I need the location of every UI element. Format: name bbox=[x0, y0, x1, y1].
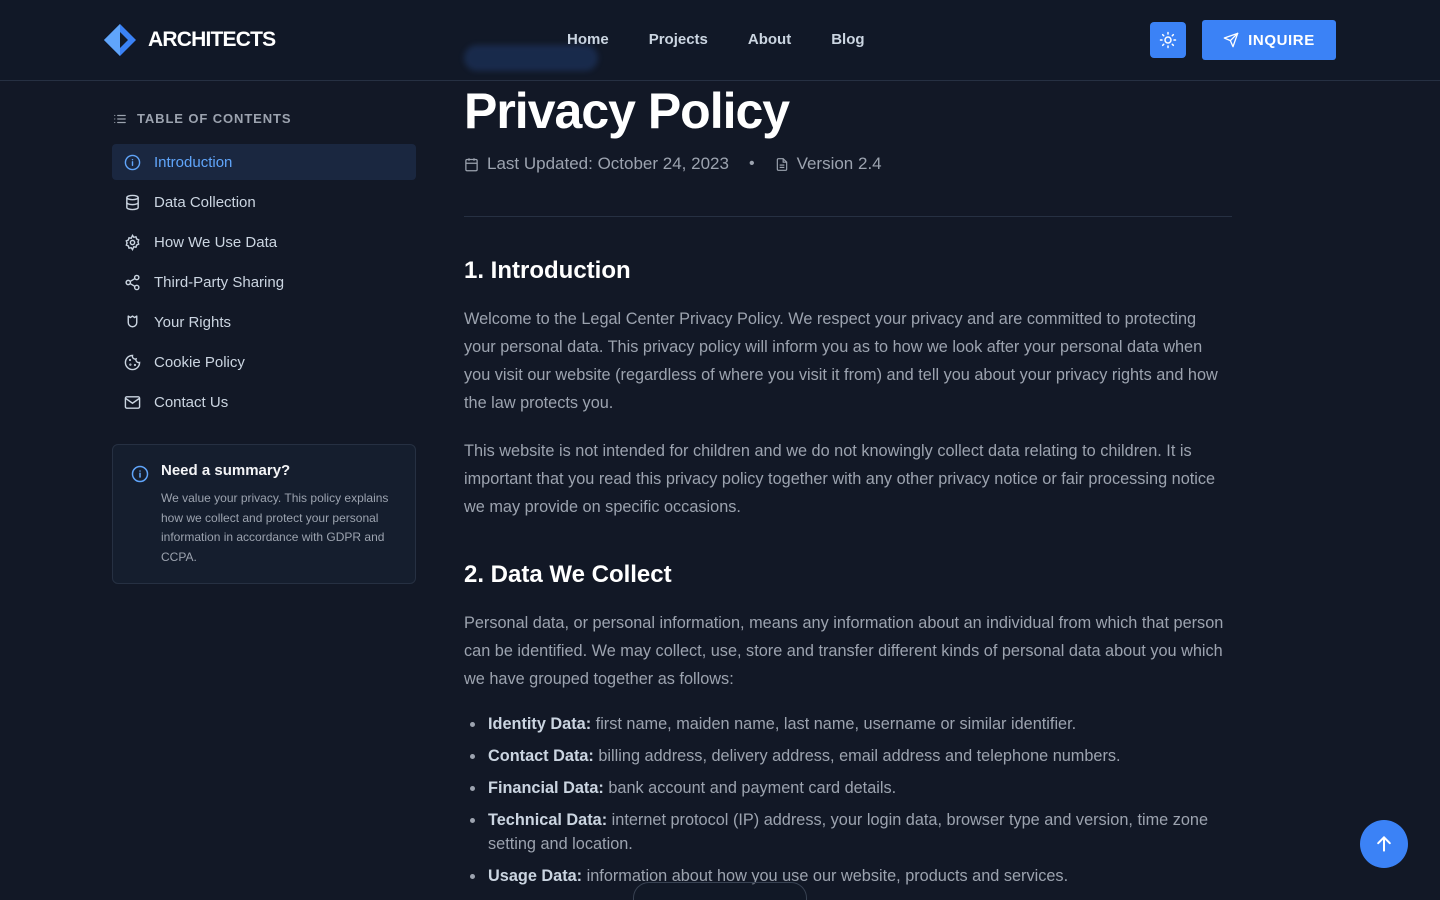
toc-item-label: Cookie Policy bbox=[154, 353, 245, 371]
back-to-top-button[interactable] bbox=[1360, 820, 1408, 868]
toc-heading-label: TABLE OF CONTENTS bbox=[137, 111, 292, 126]
list-item: Usage Data: information about how you us… bbox=[464, 864, 1232, 888]
list-icon bbox=[114, 114, 126, 123]
main-nav: Home Projects About Blog bbox=[567, 30, 865, 50]
theme-toggle-button[interactable] bbox=[1150, 22, 1186, 58]
section-heading-data-we-collect: 2. Data We Collect bbox=[464, 561, 672, 588]
collect-paragraph-1: Personal data, or personal information, … bbox=[464, 614, 1224, 688]
meta-separator: • bbox=[748, 155, 755, 172]
summary-title: Need a summary? bbox=[161, 462, 291, 479]
section-heading-introduction: 1. Introduction bbox=[464, 257, 631, 284]
toc-item-introduction[interactable]: Introduction bbox=[112, 144, 416, 180]
inquire-label: INQUIRE bbox=[1248, 31, 1315, 49]
toc-item-label: How We Use Data bbox=[154, 233, 278, 251]
list-item: Identity Data: first name, maiden name, … bbox=[464, 712, 1232, 736]
nav-projects-link[interactable]: Projects bbox=[649, 30, 708, 50]
list-item-term: Identity Data: bbox=[488, 715, 592, 733]
share-icon bbox=[125, 274, 140, 290]
nav-blog-link[interactable]: Blog bbox=[831, 30, 864, 50]
toc-item-label: Introduction bbox=[154, 153, 233, 171]
toc-item-contact-us[interactable]: Contact Us bbox=[112, 384, 416, 420]
logo-diamond-icon bbox=[104, 24, 136, 56]
toc-item-label: Third-Party Sharing bbox=[154, 273, 285, 291]
brand-name: ARCHITECTS bbox=[148, 28, 276, 51]
toc-item-third-party-sharing[interactable]: Third-Party Sharing bbox=[112, 264, 416, 300]
site-header: ARCHITECTS Home Projects About Blog INQU… bbox=[0, 0, 1440, 81]
arrow-up-icon bbox=[1377, 836, 1391, 852]
info-icon bbox=[131, 465, 149, 483]
badge-placeholder bbox=[464, 45, 598, 71]
divider bbox=[464, 216, 1232, 217]
database-icon bbox=[126, 194, 139, 210]
list-item-text: billing address, delivery address, email… bbox=[593, 747, 1121, 765]
toc-list: Introduction Data Collection How We Use … bbox=[112, 144, 416, 424]
toc-item-label: Data Collection bbox=[154, 193, 256, 211]
toc-item-cookie-policy[interactable]: Cookie Policy bbox=[112, 344, 416, 380]
page-meta: Last Updated: October 24, 2023 • Version… bbox=[464, 154, 882, 174]
list-item: Contact Data: billing address, delivery … bbox=[464, 744, 1232, 768]
shield-icon bbox=[127, 314, 138, 327]
logo[interactable]: ARCHITECTS bbox=[104, 24, 276, 56]
toc-item-your-rights[interactable]: Your Rights bbox=[112, 304, 416, 340]
list-item-text: first name, maiden name, last name, user… bbox=[591, 715, 1077, 733]
list-item-term: Usage Data: bbox=[488, 867, 583, 885]
toc-item-data-collection[interactable]: Data Collection bbox=[112, 184, 416, 220]
inquire-button[interactable]: INQUIRE bbox=[1202, 20, 1336, 60]
mail-icon bbox=[124, 395, 141, 409]
intro-paragraph-1: Welcome to the Legal Center Privacy Poli… bbox=[464, 310, 1218, 412]
nav-about-link[interactable]: About bbox=[748, 30, 791, 50]
list-item-text: bank account and payment card details. bbox=[603, 779, 897, 797]
data-types-list: Identity Data: first name, maiden name, … bbox=[464, 712, 1232, 896]
sun-icon bbox=[1159, 31, 1177, 49]
list-item-term: Technical Data: bbox=[488, 811, 608, 829]
summary-card: Need a summary? We value your privacy. T… bbox=[112, 444, 416, 584]
version: Version 2.4 bbox=[796, 154, 882, 173]
toc-item-how-we-use-data[interactable]: How We Use Data bbox=[112, 224, 416, 260]
toc-item-label: Your Rights bbox=[154, 313, 231, 331]
page: ARCHITECTS Home Projects About Blog INQU… bbox=[0, 0, 1440, 900]
summary-text: We value your privacy. This policy expla… bbox=[161, 491, 389, 565]
bottom-toolbar[interactable] bbox=[633, 882, 807, 900]
send-icon bbox=[1223, 32, 1239, 48]
toc-heading: TABLE OF CONTENTS bbox=[113, 111, 291, 126]
list-item-term: Financial Data: bbox=[488, 779, 604, 797]
last-updated: Last Updated: October 24, 2023 bbox=[487, 154, 729, 173]
toc-item-label: Contact Us bbox=[154, 393, 229, 411]
gear-icon bbox=[125, 233, 140, 251]
list-item-term: Contact Data: bbox=[488, 747, 594, 765]
cookie-icon bbox=[124, 354, 141, 370]
calendar-icon bbox=[465, 157, 478, 171]
info-icon bbox=[124, 154, 141, 170]
list-item: Technical Data: internet protocol (IP) a… bbox=[464, 808, 1232, 856]
page-title: Privacy Policy bbox=[464, 83, 790, 139]
list-item: Financial Data: bank account and payment… bbox=[464, 776, 1232, 800]
document-icon bbox=[776, 157, 787, 171]
intro-paragraph-2: This website is not intended for childre… bbox=[464, 442, 1216, 516]
